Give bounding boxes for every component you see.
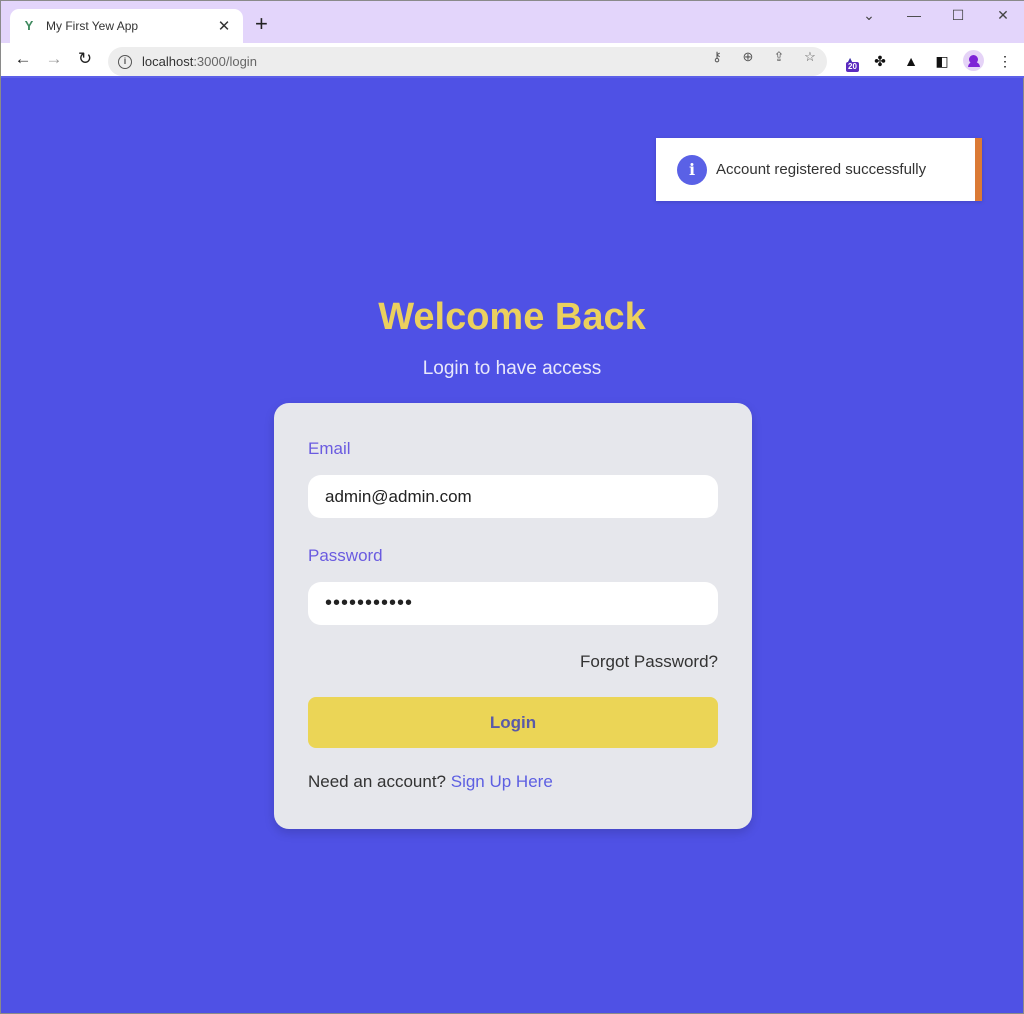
signup-link[interactable]: Sign Up Here bbox=[451, 772, 553, 791]
back-button[interactable]: ← bbox=[12, 49, 34, 69]
toast-message: Account registered successfully bbox=[716, 161, 927, 178]
success-toast[interactable]: i Account registered successfully bbox=[656, 138, 982, 201]
tab-title: My First Yew App bbox=[46, 19, 139, 33]
url-path: :3000/login bbox=[193, 54, 257, 69]
page-title: Welcome Back bbox=[378, 296, 646, 338]
yew-favicon-icon: Y bbox=[24, 18, 34, 33]
tab-close-icon[interactable]: ✕ bbox=[215, 17, 233, 35]
url-text[interactable]: localhost:3000/login bbox=[142, 54, 257, 69]
forward-button[interactable]: → bbox=[43, 49, 65, 69]
info-icon: i bbox=[677, 154, 707, 185]
tab-bar: Y My First Yew App ✕ + ⌄ — ☐ ✕ bbox=[1, 1, 1024, 43]
forgot-password-link[interactable]: Forgot Password? bbox=[580, 652, 718, 672]
key-icon[interactable]: ⚷ bbox=[708, 49, 726, 65]
need-account-text: Need an account? bbox=[308, 772, 446, 791]
password-input[interactable]: ••••••••••• bbox=[308, 582, 718, 625]
tab-search-icon[interactable]: ⌄ bbox=[859, 7, 879, 24]
url-host: localhost bbox=[142, 54, 194, 69]
close-window-button[interactable]: ✕ bbox=[993, 7, 1013, 24]
reload-button[interactable]: ↻ bbox=[74, 49, 96, 69]
login-button[interactable]: Login bbox=[308, 697, 718, 748]
bookmark-star-icon[interactable]: ☆ bbox=[801, 49, 819, 65]
labs-flask-icon[interactable]: ▲ bbox=[902, 52, 920, 70]
share-icon[interactable]: ⇪ bbox=[770, 49, 788, 65]
minimize-button[interactable]: — bbox=[904, 7, 924, 23]
browser-tab[interactable]: Y My First Yew App ✕ bbox=[10, 9, 243, 43]
site-info-icon[interactable]: i bbox=[118, 54, 132, 69]
signup-prompt: Need an account? Sign Up Here bbox=[308, 772, 553, 792]
email-input[interactable] bbox=[308, 475, 718, 518]
side-panel-icon[interactable]: ◧ bbox=[933, 52, 951, 70]
page-subtitle: Login to have access bbox=[422, 358, 602, 379]
zoom-icon[interactable]: ⊕ bbox=[739, 49, 757, 65]
email-label: Email bbox=[308, 439, 351, 458]
menu-icon[interactable]: ⋮ bbox=[996, 52, 1014, 70]
login-card: Email Password ••••••••••• Forgot Passwo… bbox=[274, 403, 752, 829]
extensions-puzzle-icon[interactable]: ✤ bbox=[871, 52, 889, 70]
browser-toolbar: ← → ↻ i localhost:3000/login ⚷ ⊕ ⇪ ☆ ▲ 2… bbox=[1, 43, 1024, 78]
password-label: Password bbox=[308, 546, 383, 565]
maximize-button[interactable]: ☐ bbox=[948, 7, 968, 24]
profile-avatar-icon[interactable] bbox=[963, 50, 984, 71]
extension-badge: 20 bbox=[846, 62, 859, 72]
new-tab-button[interactable]: + bbox=[255, 13, 268, 35]
